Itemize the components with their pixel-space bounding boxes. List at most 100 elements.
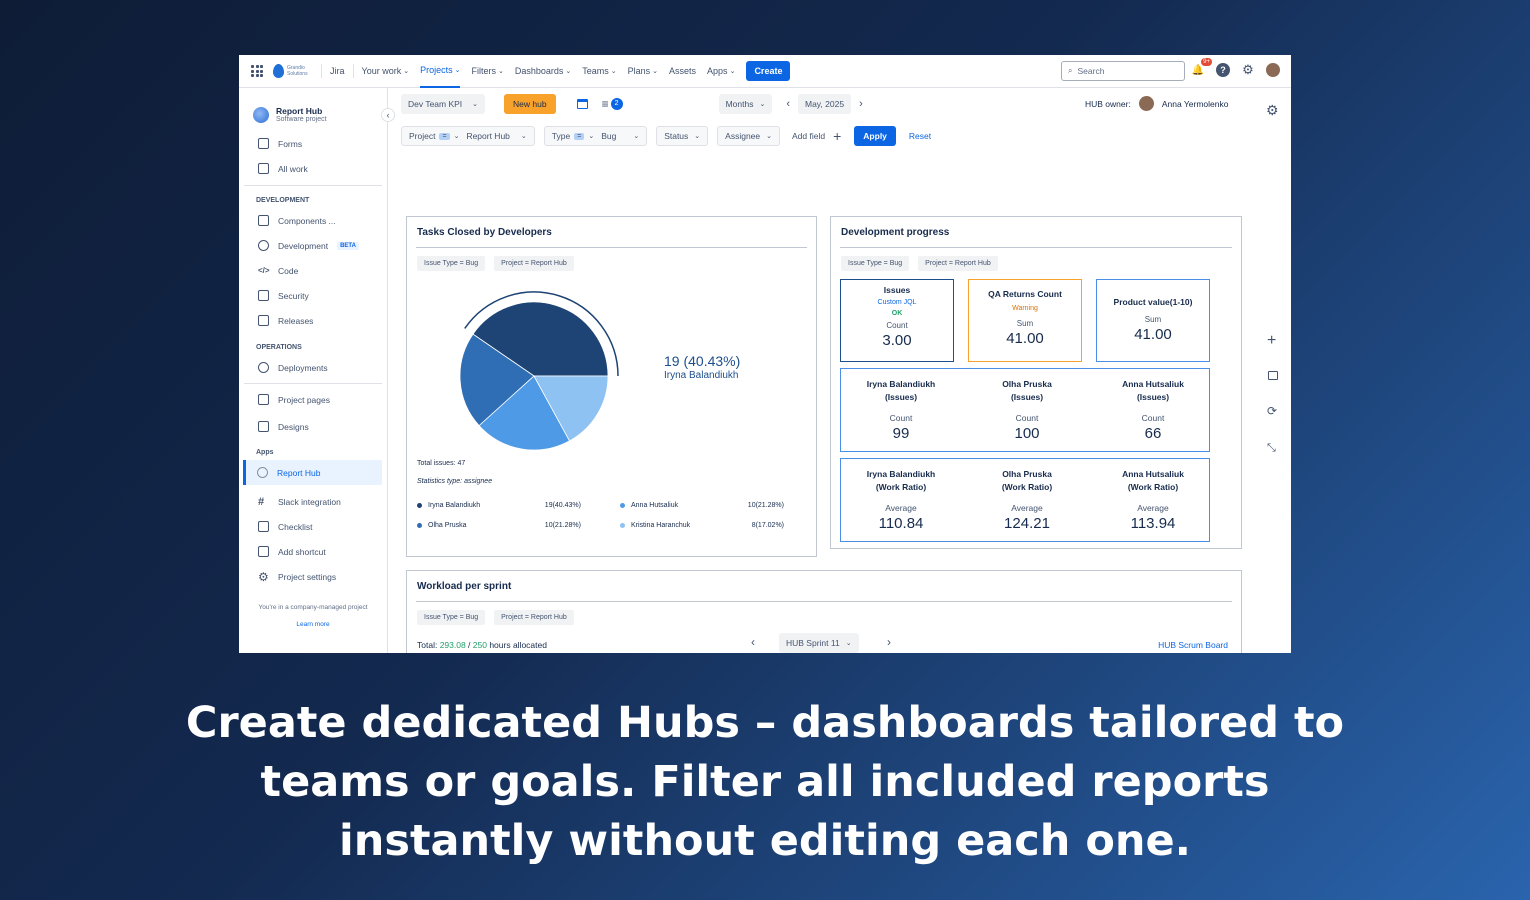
project-filter[interactable]: Project = ⌄ Report Hub ⌄ (401, 126, 535, 146)
chevron-down-icon: ⌄ (633, 133, 640, 140)
legend-dot (620, 523, 625, 528)
collapse-sidebar-button[interactable]: ‹ (381, 108, 395, 122)
project-name: Report Hub (276, 106, 323, 116)
sidebar-item-report-hub[interactable]: Report Hub (243, 460, 382, 485)
project-header[interactable]: Report Hub Software project (239, 88, 387, 123)
assignee-metric: Iryna Balandiukh (Work Ratio) Average 110.8… (866, 469, 936, 532)
logo-drop-icon (273, 64, 284, 78)
sidebar-item-forms[interactable]: Forms (239, 131, 387, 156)
nav-projects[interactable]: Projects ⌄ (420, 55, 461, 88)
project-icon (253, 106, 269, 123)
filter-tag: Project = Report Hub (494, 256, 574, 271)
sidebar-item-project-settings[interactable]: ⚙ Project settings (239, 564, 387, 589)
add-report-icon[interactable]: + (1267, 332, 1276, 350)
section-development: DEVELOPMENT (256, 197, 310, 204)
work-ratio-by-assignee: Iryna Balandiukh (Work Ratio) Average 110.8… (840, 458, 1210, 542)
prev-period-button[interactable]: ‹ (786, 98, 790, 110)
kpi-qa-returns: QA Returns Count Warning Sum 41.00 (968, 279, 1082, 362)
notification-badge: 9+ (1201, 58, 1212, 66)
new-hub-button[interactable]: New hub (504, 94, 556, 114)
card-title: Tasks Closed by Developers (417, 227, 552, 238)
collapse-icon[interactable]: ⤡ (1267, 442, 1276, 455)
total-issues: Total issues: 47 (417, 460, 466, 467)
workload-card: Workload per sprint Issue Type = Bug Pro… (406, 570, 1242, 653)
nav-dashboards[interactable]: Dashboards ⌄ (515, 66, 571, 76)
sidebar-item-designs[interactable]: Designs (239, 413, 387, 440)
legend-dot (417, 503, 422, 508)
marketing-caption: Create dedicated Hubs – dashboards tailo… (185, 698, 1345, 866)
next-sprint-button[interactable]: › (887, 635, 891, 649)
grandio-logo[interactable]: Grandio Solutions (273, 64, 313, 78)
refresh-icon[interactable]: ⟳ (1267, 404, 1277, 418)
assignee-metric: Olha Pruska (Issues) Count 100 (1002, 379, 1052, 442)
nav-apps[interactable]: Apps ⌄ (707, 66, 735, 76)
period-select[interactable]: Months ⌄ (718, 94, 773, 114)
designs-icon (258, 421, 269, 432)
sidebar-item-slack[interactable]: # Slack integration (239, 489, 387, 514)
main-content: Dev Team KPI ⌄ New hub ≡ 2 Months ⌄ ‹ May,… (388, 88, 1291, 653)
sidebar-item-add-shortcut[interactable]: Add shortcut (239, 539, 387, 564)
date-display: May, 2025 (798, 94, 852, 114)
slack-icon: # (258, 495, 265, 508)
nav-assets[interactable]: Assets (669, 66, 696, 76)
hub-settings-icon[interactable]: ⚙ (1266, 102, 1279, 119)
nav-teams[interactable]: Teams ⌄ (582, 66, 616, 76)
pie-chart (459, 291, 619, 451)
sidebar-item-security[interactable]: Security (239, 283, 387, 308)
legend-dot (417, 523, 422, 528)
chevron-down-icon: ⌄ (652, 68, 659, 75)
nav-filters[interactable]: Filters ⌄ (471, 66, 503, 76)
user-avatar[interactable] (1266, 63, 1280, 77)
calendar-icon[interactable] (576, 99, 588, 109)
filter-tag: Project = Report Hub (918, 256, 998, 271)
sidebar-item-all-work[interactable]: All work (239, 156, 387, 181)
search-input[interactable]: ⌕ Search (1061, 61, 1185, 81)
reset-button[interactable]: Reset (909, 131, 931, 141)
next-period-button[interactable]: › (859, 98, 863, 110)
gear-icon: ⚙ (258, 569, 269, 584)
sidebar-item-code[interactable]: </> Code (239, 258, 387, 283)
filter-toggle[interactable]: ≡ 2 (602, 97, 623, 111)
sidebar-item-project-pages[interactable]: Project pages (239, 386, 387, 413)
nav-plans[interactable]: Plans ⌄ (628, 66, 658, 76)
prev-sprint-button[interactable]: ‹ (751, 635, 755, 649)
dev-progress-card: Development progress Issue Type = Bug Pr… (830, 216, 1242, 549)
sidebar-item-development[interactable]: Development BETA (239, 233, 387, 258)
learn-more-link[interactable]: Learn more (296, 621, 329, 628)
filter-icon: ≡ (601, 97, 609, 111)
tasks-closed-card: Tasks Closed by Developers Issue Type = … (406, 216, 817, 557)
lock-icon (258, 290, 269, 301)
download-icon[interactable] (1268, 371, 1278, 380)
create-button[interactable]: Create (746, 61, 791, 81)
sidebar-item-releases[interactable]: Releases (239, 308, 387, 333)
statistics-type: Statistics type: assignee (417, 478, 493, 485)
card-title: Workload per sprint (417, 581, 512, 592)
app-switcher-icon[interactable] (251, 65, 263, 77)
hub-toolbar: Dev Team KPI ⌄ New hub ≡ 2 Months ⌄ ‹ May,… (401, 94, 863, 114)
sidebar-item-deployments[interactable]: Deployments (239, 355, 387, 380)
nav-your-work[interactable]: Your work ⌄ (362, 66, 410, 76)
hub-select[interactable]: Dev Team KPI ⌄ (401, 94, 485, 114)
scrum-board-link[interactable]: HUB Scrum Board (1158, 640, 1228, 650)
help-icon[interactable]: ? (1216, 63, 1230, 77)
notifications-icon[interactable]: 🔔 9+ (1191, 58, 1212, 77)
add-field-button[interactable]: Add field + (792, 128, 841, 144)
assignee-metric: Anna Hutsaliuk (Work Ratio) Average 113.94 (1122, 469, 1184, 532)
settings-icon[interactable]: ⚙ (1241, 62, 1255, 77)
status-filter[interactable]: Status ⌄ (656, 126, 709, 146)
code-icon: </> (258, 266, 270, 275)
sidebar-item-checklist[interactable]: Checklist (239, 514, 387, 539)
section-apps: Apps (256, 449, 274, 456)
plus-icon: + (833, 128, 842, 144)
chevron-down-icon: ⌄ (610, 68, 617, 75)
sprint-select[interactable]: HUB Sprint 11 ⌄ (779, 633, 859, 653)
assignee-metric: Olha Pruska (Work Ratio) Average 124.21 (1001, 469, 1053, 532)
apply-button[interactable]: Apply (854, 126, 896, 146)
nav-jira[interactable]: Jira (330, 66, 345, 76)
chevron-down-icon: ⌄ (472, 101, 478, 108)
assignee-filter[interactable]: Assignee ⌄ (717, 126, 781, 146)
workload-total: Total: 293.08 / 250 hours allocated (417, 640, 547, 650)
beta-badge: BETA (337, 241, 359, 250)
type-filter[interactable]: Type = ⌄ Bug ⌄ (543, 126, 648, 146)
sidebar-item-components[interactable]: Components ... (239, 208, 387, 233)
